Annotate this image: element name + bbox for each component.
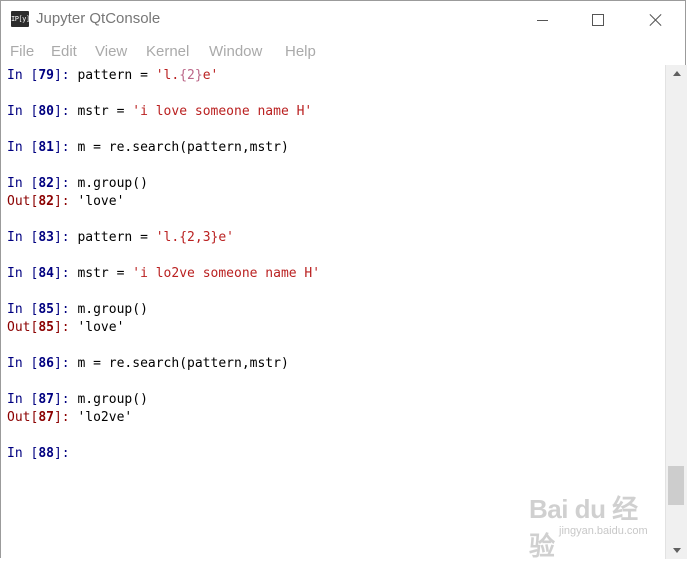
- input-prompt-line: In [80]: mstr = 'i love someone name H': [7, 103, 312, 121]
- code-segment: mstr =: [77, 104, 133, 119]
- prompt-number: 80: [38, 104, 54, 119]
- menu-file[interactable]: File: [10, 43, 34, 60]
- code-segment: {2}: [179, 68, 203, 83]
- code-segment: 'i lo2ve someone name H': [132, 266, 321, 281]
- prompt-number: 87: [38, 410, 54, 425]
- arrow-down-icon: [672, 548, 681, 553]
- code-segment: m.group(): [77, 176, 148, 191]
- code-segment: m = re.search(pattern,mstr): [77, 140, 289, 155]
- menu-bar: File Edit View Kernel Window Help: [1, 39, 685, 65]
- arrow-up-icon: [672, 71, 681, 76]
- in-prompt: In [79]:: [7, 68, 78, 83]
- code-segment: 'l.: [155, 68, 180, 83]
- input-prompt-line: In [83]: pattern = 'l.{2,3}e': [7, 229, 234, 247]
- out-prompt: Out[87]:: [7, 410, 78, 425]
- menu-view[interactable]: View: [95, 43, 127, 60]
- ipython-app-icon: IP[y]: [11, 11, 30, 27]
- code-segment: e': [202, 68, 219, 83]
- code-segment: pattern =: [77, 68, 156, 83]
- menu-help[interactable]: Help: [285, 43, 316, 60]
- input-prompt-line: In [86]: m = re.search(pattern,mstr): [7, 355, 289, 373]
- input-prompt-line: In [88]:: [7, 445, 77, 463]
- input-prompt-line: In [87]: m.group(): [7, 391, 148, 409]
- in-prompt: In [80]:: [7, 104, 78, 119]
- menu-edit[interactable]: Edit: [51, 43, 77, 60]
- scroll-up-button[interactable]: [666, 65, 687, 82]
- in-prompt: In [83]:: [7, 230, 78, 245]
- input-prompt-line: In [85]: m.group(): [7, 301, 148, 319]
- minimize-icon: [536, 19, 548, 21]
- input-prompt-line: In [79]: pattern = 'l.{2}e': [7, 67, 218, 85]
- output-line: Out[85]: 'love': [7, 319, 124, 337]
- output-line: Out[82]: 'love': [7, 193, 124, 211]
- input-prompt-line: In [82]: m.group(): [7, 175, 148, 193]
- prompt-number: 84: [38, 266, 54, 281]
- in-prompt: In [82]:: [7, 176, 78, 191]
- prompt-number: 82: [38, 194, 54, 209]
- in-prompt: In [85]:: [7, 302, 78, 317]
- code-segment: 'l.{2,3}e': [155, 230, 235, 245]
- in-prompt: In [87]:: [7, 392, 78, 407]
- prompt-number: 85: [38, 302, 54, 317]
- menu-kernel[interactable]: Kernel: [146, 43, 189, 60]
- code-segment: 'i love someone name H': [132, 104, 313, 119]
- output-line: Out[87]: 'lo2ve': [7, 409, 132, 427]
- prompt-number: 82: [38, 176, 54, 191]
- code-segment: 'love': [77, 194, 125, 209]
- code-segment: 'love': [77, 320, 125, 335]
- close-button[interactable]: [633, 1, 679, 39]
- code-segment: m = re.search(pattern,mstr): [77, 356, 289, 371]
- out-prompt: Out[85]:: [7, 320, 78, 335]
- prompt-number: 86: [38, 356, 54, 371]
- prompt-number: 83: [38, 230, 54, 245]
- in-prompt: In [84]:: [7, 266, 78, 281]
- prompt-number: 87: [38, 392, 54, 407]
- code-segment: pattern =: [77, 230, 156, 245]
- qtconsole-window: IP[y] Jupyter QtConsole File Edit View K…: [0, 0, 687, 561]
- in-prompt: In [88]:: [7, 446, 78, 461]
- maximize-icon: [592, 14, 604, 26]
- vertical-scrollbar[interactable]: [665, 65, 687, 559]
- prompt-number: 79: [38, 68, 54, 83]
- window-title: Jupyter QtConsole: [36, 10, 161, 27]
- input-prompt-line: In [81]: m = re.search(pattern,mstr): [7, 139, 289, 157]
- menu-window[interactable]: Window: [209, 43, 262, 60]
- console-output-area[interactable]: In [79]: pattern = 'l.{2}e' In [80]: mstr…: [1, 65, 665, 559]
- close-icon: [649, 13, 663, 27]
- scrollbar-thumb[interactable]: [668, 466, 684, 505]
- code-segment: m.group(): [77, 392, 148, 407]
- prompt-number: 81: [38, 140, 54, 155]
- code-segment: 'lo2ve': [77, 410, 133, 425]
- prompt-number: 88: [38, 446, 54, 461]
- in-prompt: In [86]:: [7, 356, 78, 371]
- minimize-button[interactable]: [519, 1, 565, 39]
- in-prompt: In [81]:: [7, 140, 78, 155]
- code-segment: m.group(): [77, 302, 148, 317]
- out-prompt: Out[82]:: [7, 194, 78, 209]
- scroll-down-button[interactable]: [666, 542, 687, 559]
- code-segment: mstr =: [77, 266, 133, 281]
- maximize-button[interactable]: [575, 1, 621, 39]
- prompt-number: 85: [38, 320, 54, 335]
- title-bar[interactable]: IP[y] Jupyter QtConsole: [1, 1, 685, 39]
- input-prompt-line: In [84]: mstr = 'i lo2ve someone name H': [7, 265, 320, 283]
